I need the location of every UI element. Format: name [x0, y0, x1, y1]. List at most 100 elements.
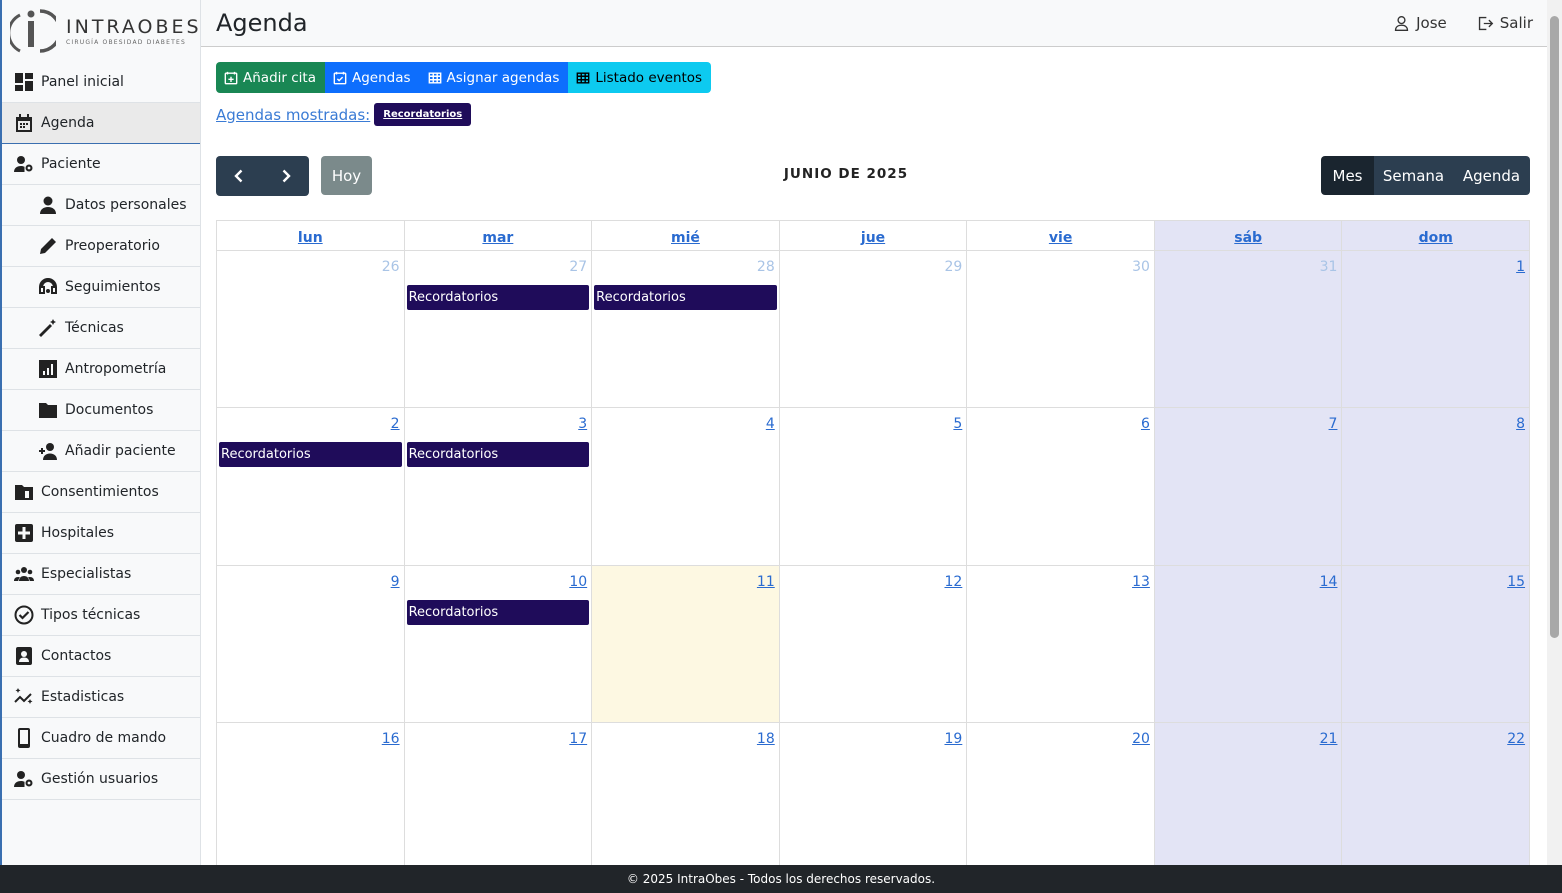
day-number[interactable]: 6: [1141, 416, 1150, 432]
day-number[interactable]: 4: [766, 416, 775, 432]
day-number[interactable]: 17: [569, 731, 587, 747]
day-number[interactable]: 3: [578, 416, 587, 432]
day-number[interactable]: 14: [1320, 574, 1338, 590]
sidebar-item-hospitales[interactable]: Hospitales: [2, 513, 200, 554]
day-number[interactable]: 13: [1132, 574, 1150, 590]
sidebar-item-label: Estadisticas: [41, 689, 125, 705]
day-number[interactable]: 9: [391, 574, 400, 590]
calendar-day-cell[interactable]: 3 Recordatorios: [404, 408, 593, 566]
day-number[interactable]: 21: [1320, 731, 1338, 747]
weekday-link[interactable]: sáb: [1234, 230, 1262, 246]
sidebar-item-paciente[interactable]: Paciente: [2, 144, 200, 185]
weekday-link[interactable]: mié: [671, 230, 700, 246]
weekday-link[interactable]: vie: [1049, 230, 1072, 246]
calendar-day-cell[interactable]: 5: [779, 408, 968, 566]
calendar-day-cell[interactable]: 22: [1342, 722, 1530, 865]
sidebar-item-preoperatorio[interactable]: Preoperatorio: [2, 226, 200, 267]
day-number[interactable]: 16: [382, 731, 400, 747]
today-button[interactable]: Hoy: [321, 156, 372, 195]
sidebar-item-consentimientos[interactable]: Consentimientos: [2, 472, 200, 513]
calendar-day-cell[interactable]: 27 Recordatorios: [404, 251, 593, 409]
sidebar-item-agenda[interactable]: Agenda: [2, 103, 200, 144]
sidebar-item-anadir-paciente[interactable]: Añadir paciente: [2, 431, 200, 472]
calendar-day-cell[interactable]: 1: [1342, 251, 1530, 409]
next-month-button[interactable]: [263, 156, 310, 196]
day-number[interactable]: 18: [757, 731, 775, 747]
calendar-day-cell[interactable]: 18: [592, 722, 780, 865]
event-list-button[interactable]: Listado eventos: [568, 62, 712, 93]
sidebar-item-gestion-usuarios[interactable]: Gestión usuarios: [2, 759, 200, 800]
day-number[interactable]: 22: [1507, 731, 1525, 747]
sidebar-item-tecnicas[interactable]: Técnicas: [2, 308, 200, 349]
calendar-event[interactable]: Recordatorios: [594, 285, 777, 310]
sidebar-item-panel-inicial[interactable]: Panel inicial: [2, 62, 200, 103]
calendar-day-cell[interactable]: 29: [779, 251, 968, 409]
page-scrollbar[interactable]: [1547, 0, 1562, 865]
day-number[interactable]: 12: [944, 574, 962, 590]
calendar-day-cell[interactable]: 17: [405, 722, 593, 865]
calendar-day-cell[interactable]: 9: [217, 565, 405, 723]
prev-month-button[interactable]: [216, 156, 263, 196]
sidebar-item-especialistas[interactable]: Especialistas: [2, 554, 200, 595]
day-number[interactable]: 10: [569, 574, 587, 590]
view-month-button[interactable]: Mes: [1321, 156, 1374, 195]
weekday-link[interactable]: dom: [1419, 230, 1453, 246]
assign-agendas-button[interactable]: Asignar agendas: [419, 62, 569, 93]
calendar-day-cell[interactable]: 31: [1154, 251, 1343, 409]
brand-logo[interactable]: INTRAOBES CIRUGÍA OBESIDAD DIABETES: [2, 0, 200, 62]
day-number[interactable]: 11: [757, 574, 775, 590]
calendar-day-cell[interactable]: 2 Recordatorios: [217, 408, 405, 566]
view-agenda-button[interactable]: Agenda: [1453, 156, 1530, 195]
weekday-link[interactable]: lun: [298, 230, 323, 246]
weekday-link[interactable]: jue: [861, 230, 885, 246]
calendar-event[interactable]: Recordatorios: [406, 442, 590, 468]
day-number[interactable]: 5: [953, 416, 962, 432]
calendar-day-cell[interactable]: 26: [217, 251, 405, 409]
day-number[interactable]: 20: [1132, 731, 1150, 747]
sidebar-item-tipos-tecnicas[interactable]: Tipos técnicas: [2, 595, 200, 636]
calendar-day-cell[interactable]: 12: [779, 565, 968, 723]
calendar-day-cell[interactable]: 7: [1154, 408, 1343, 566]
calendar-day-cell[interactable]: 19: [780, 722, 968, 865]
day-number[interactable]: 15: [1507, 574, 1525, 590]
view-week-button[interactable]: Semana: [1374, 156, 1453, 195]
sidebar-item-seguimientos[interactable]: Seguimientos: [2, 267, 200, 308]
calendar-day-cell[interactable]: 6: [967, 408, 1155, 566]
agendas-button[interactable]: Agendas: [324, 62, 420, 93]
sidebar-item-cuadro-de-mando[interactable]: Cuadro de mando: [2, 718, 200, 759]
day-number[interactable]: 7: [1329, 416, 1338, 432]
calendar-day-cell[interactable]: 11: [592, 565, 780, 723]
calendar-day-cell[interactable]: 15: [1342, 565, 1530, 723]
calendar-day-cell[interactable]: 4: [592, 408, 780, 566]
calendar-day-cell[interactable]: 13: [967, 565, 1155, 723]
agenda-badge[interactable]: Recordatorios: [374, 103, 472, 126]
calendar-day-cell[interactable]: 30: [967, 251, 1155, 409]
calendar-event[interactable]: Recordatorios: [219, 442, 402, 468]
calendar-day-cell[interactable]: 21: [1154, 722, 1343, 865]
add-appointment-button[interactable]: Añadir cita: [216, 62, 325, 93]
day-number[interactable]: 19: [944, 731, 962, 747]
calendar-day-cell[interactable]: 16: [217, 722, 405, 865]
day-number[interactable]: 8: [1516, 416, 1525, 432]
sidebar-item-contactos[interactable]: Contactos: [2, 636, 200, 677]
day-number[interactable]: 2: [391, 416, 400, 432]
sidebar-item-estadisticas[interactable]: Estadisticas: [2, 677, 200, 718]
logout-button[interactable]: Salir: [1477, 14, 1533, 32]
weekday-header-cell: vie: [967, 221, 1155, 251]
calendar-event[interactable]: Recordatorios: [406, 285, 590, 310]
calendar-day-cell[interactable]: 20: [967, 722, 1155, 865]
weekday-link[interactable]: mar: [482, 230, 513, 246]
group-icon: [13, 563, 35, 585]
user-menu-button[interactable]: Jose: [1393, 14, 1447, 32]
day-number[interactable]: 1: [1516, 259, 1525, 275]
shown-agendas-link[interactable]: Agendas mostradas:: [216, 106, 370, 124]
sidebar-item-datos-personales[interactable]: Datos personales: [2, 185, 200, 226]
scrollbar-thumb[interactable]: [1550, 16, 1559, 638]
calendar-day-cell[interactable]: 10 Recordatorios: [404, 565, 593, 723]
sidebar-item-antropometria[interactable]: Antropometría: [2, 349, 200, 390]
calendar-day-cell[interactable]: 28 Recordatorios: [592, 251, 780, 409]
calendar-day-cell[interactable]: 8: [1342, 408, 1530, 566]
calendar-day-cell[interactable]: 14: [1154, 565, 1343, 723]
calendar-event[interactable]: Recordatorios: [406, 599, 590, 625]
sidebar-item-documentos[interactable]: Documentos: [2, 390, 200, 431]
